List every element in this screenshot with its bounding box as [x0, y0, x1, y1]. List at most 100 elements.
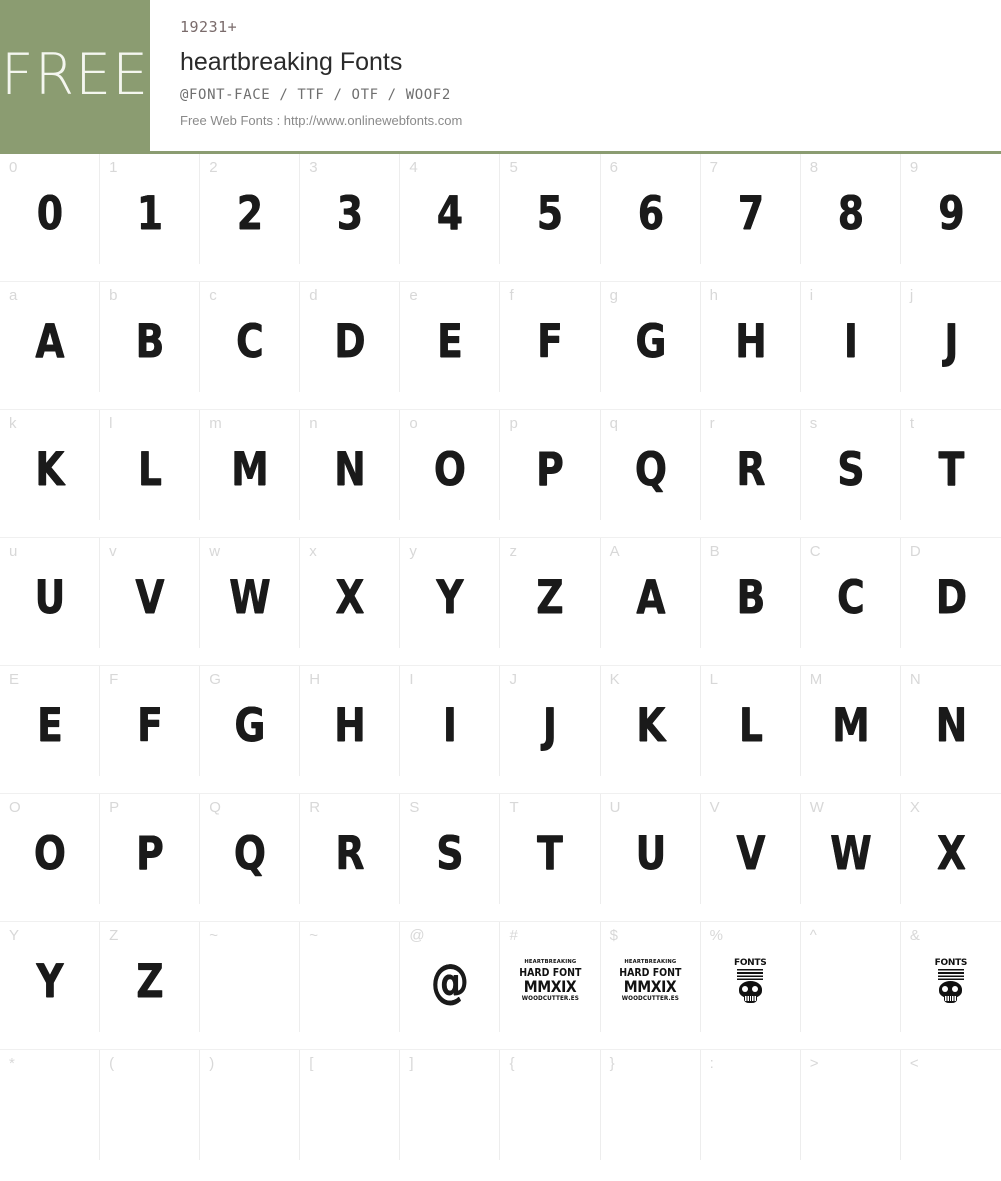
glyph-cell[interactable]: iI	[801, 282, 901, 392]
glyph-cell-label: d	[309, 287, 318, 304]
glyph-cell[interactable]: RR	[300, 794, 401, 904]
glyph-cell[interactable]: mM	[200, 410, 301, 520]
glyph-cell[interactable]: KK	[601, 666, 701, 776]
glyph-cell[interactable]: >	[801, 1050, 901, 1160]
glyph-cell[interactable]: }	[601, 1050, 701, 1160]
glyph-cell[interactable]: eE	[400, 282, 501, 392]
glyph-cell[interactable]: (	[100, 1050, 201, 1160]
glyph-cell[interactable]: MM	[801, 666, 901, 776]
glyph-cell[interactable]: [	[300, 1050, 401, 1160]
glyph-preview: H	[334, 698, 366, 752]
glyph-cell[interactable]: $ HEARTBREAKING HARD FONT MMXIX WOODCUTTER.E…	[601, 922, 701, 1032]
glyph-cell-label: j	[909, 287, 914, 304]
glyph-cell[interactable]: jJ	[901, 282, 1001, 392]
glyph-cell[interactable]: SS	[400, 794, 501, 904]
glyph-cell[interactable]: xX	[300, 538, 401, 648]
glyph-cell[interactable]: 33	[300, 154, 401, 264]
glyph-cell[interactable]: :	[701, 1050, 801, 1160]
glyph-preview: I	[443, 698, 457, 752]
glyph-cell[interactable]: qQ	[601, 410, 701, 520]
glyph-cell[interactable]: ZZ	[100, 922, 201, 1032]
skull-icon	[938, 980, 963, 1004]
glyph-cell[interactable]: 77	[701, 154, 801, 264]
glyph-cell[interactable]: *	[0, 1050, 101, 1160]
glyph-cell[interactable]: EE	[0, 666, 101, 776]
glyph-cell[interactable]: DD	[901, 538, 1001, 648]
glyph-cell[interactable]: QQ	[200, 794, 301, 904]
glyph-cell[interactable]: fF	[500, 282, 601, 392]
glyph-cell[interactable]: WW	[801, 794, 901, 904]
glyph-cell[interactable]: & FONTS	[901, 922, 1001, 1032]
glyph-cell[interactable]: 44	[400, 154, 501, 264]
glyph-row: aAbBcCdDeEfFgGhHiIjJ	[0, 282, 1001, 410]
glyph-cell[interactable]: ^	[801, 922, 901, 1032]
glyph-preview-empty	[701, 1072, 800, 1146]
glyph-cell[interactable]: oO	[400, 410, 501, 520]
glyph-cell[interactable]: UU	[601, 794, 701, 904]
glyph-preview: Q	[234, 826, 266, 880]
glyph-cell[interactable]: 66	[601, 154, 701, 264]
glyph-cell[interactable]: bB	[100, 282, 201, 392]
glyph-cell[interactable]: nN	[300, 410, 401, 520]
glyph-cell[interactable]: GG	[200, 666, 301, 776]
glyph-preview: Q	[634, 442, 666, 496]
glyph-preview: G	[234, 698, 266, 752]
glyph-cell[interactable]: 11	[100, 154, 201, 264]
glyph-cell[interactable]: vV	[100, 538, 201, 648]
glyph-cell[interactable]: TT	[500, 794, 601, 904]
glyph-cell[interactable]: PP	[100, 794, 201, 904]
glyph-cell[interactable]: LL	[701, 666, 801, 776]
glyph-cell[interactable]: dD	[300, 282, 401, 392]
glyph-cell[interactable]: pP	[500, 410, 601, 520]
glyph-cell[interactable]: rR	[701, 410, 801, 520]
glyph-cell[interactable]: 55	[500, 154, 601, 264]
glyph-cell[interactable]: HH	[300, 666, 401, 776]
glyph-cell[interactable]: ~	[300, 922, 401, 1032]
glyph-cell[interactable]: AA	[601, 538, 701, 648]
glyph-cell[interactable]: JJ	[500, 666, 601, 776]
glyph-cell[interactable]: VV	[701, 794, 801, 904]
glyph-cell[interactable]: XX	[901, 794, 1001, 904]
glyph-cell[interactable]: zZ	[500, 538, 601, 648]
glyph-cell[interactable]: CC	[801, 538, 901, 648]
glyph-cell[interactable]: tT	[901, 410, 1001, 520]
glyph-cell[interactable]: gG	[601, 282, 701, 392]
glyph-cell[interactable]: )	[200, 1050, 301, 1160]
glyph-cell[interactable]: ~	[200, 922, 301, 1032]
glyph-cell[interactable]: aA	[0, 282, 101, 392]
glyph-cell[interactable]: 99	[901, 154, 1001, 264]
glyph-cell[interactable]: hH	[701, 282, 801, 392]
glyph-cell[interactable]: NN	[901, 666, 1001, 776]
glyph-preview: X	[335, 570, 365, 624]
glyph-cell[interactable]: 88	[801, 154, 901, 264]
glyph-cell[interactable]: II	[400, 666, 501, 776]
glyph-cell[interactable]: # HEARTBREAKING HARD FONT MMXIX WOODCUTTER.E…	[500, 922, 601, 1032]
foundry-logo-line-3: MMXIX	[523, 977, 577, 996]
glyph-preview: T	[537, 826, 564, 880]
glyph-cell[interactable]: kK	[0, 410, 101, 520]
glyph-cell[interactable]: ]	[400, 1050, 501, 1160]
glyph-cell[interactable]: @ @	[400, 922, 501, 1032]
glyph-cell[interactable]: BB	[701, 538, 801, 648]
glyph-cell-label: M	[809, 671, 823, 688]
glyph-cell-label: 3	[309, 159, 318, 176]
glyph-cell[interactable]: <	[901, 1050, 1001, 1160]
glyph-cell[interactable]: sS	[801, 410, 901, 520]
glyph-cell[interactable]: 00	[0, 154, 101, 264]
glyph-cell[interactable]: {	[500, 1050, 601, 1160]
glyph-cell[interactable]: 22	[200, 154, 301, 264]
glyph-row: 00112233445566778899	[0, 154, 1001, 282]
source-link[interactable]: Free Web Fonts : http://www.onlinewebfon…	[180, 112, 1001, 130]
glyph-cell[interactable]: uU	[0, 538, 101, 648]
glyph-cell[interactable]: % FONTS	[701, 922, 801, 1032]
glyph-cell[interactable]: OO	[0, 794, 101, 904]
glyph-cell[interactable]: lL	[100, 410, 201, 520]
skull-icon	[738, 980, 763, 1004]
glyph-cell[interactable]: wW	[200, 538, 301, 648]
glyph-cell-label: t	[909, 415, 915, 432]
glyph-preview: 5	[537, 186, 563, 240]
glyph-cell[interactable]: cC	[200, 282, 301, 392]
glyph-cell[interactable]: FF	[100, 666, 201, 776]
glyph-cell[interactable]: yY	[400, 538, 501, 648]
glyph-cell[interactable]: YY	[0, 922, 101, 1032]
